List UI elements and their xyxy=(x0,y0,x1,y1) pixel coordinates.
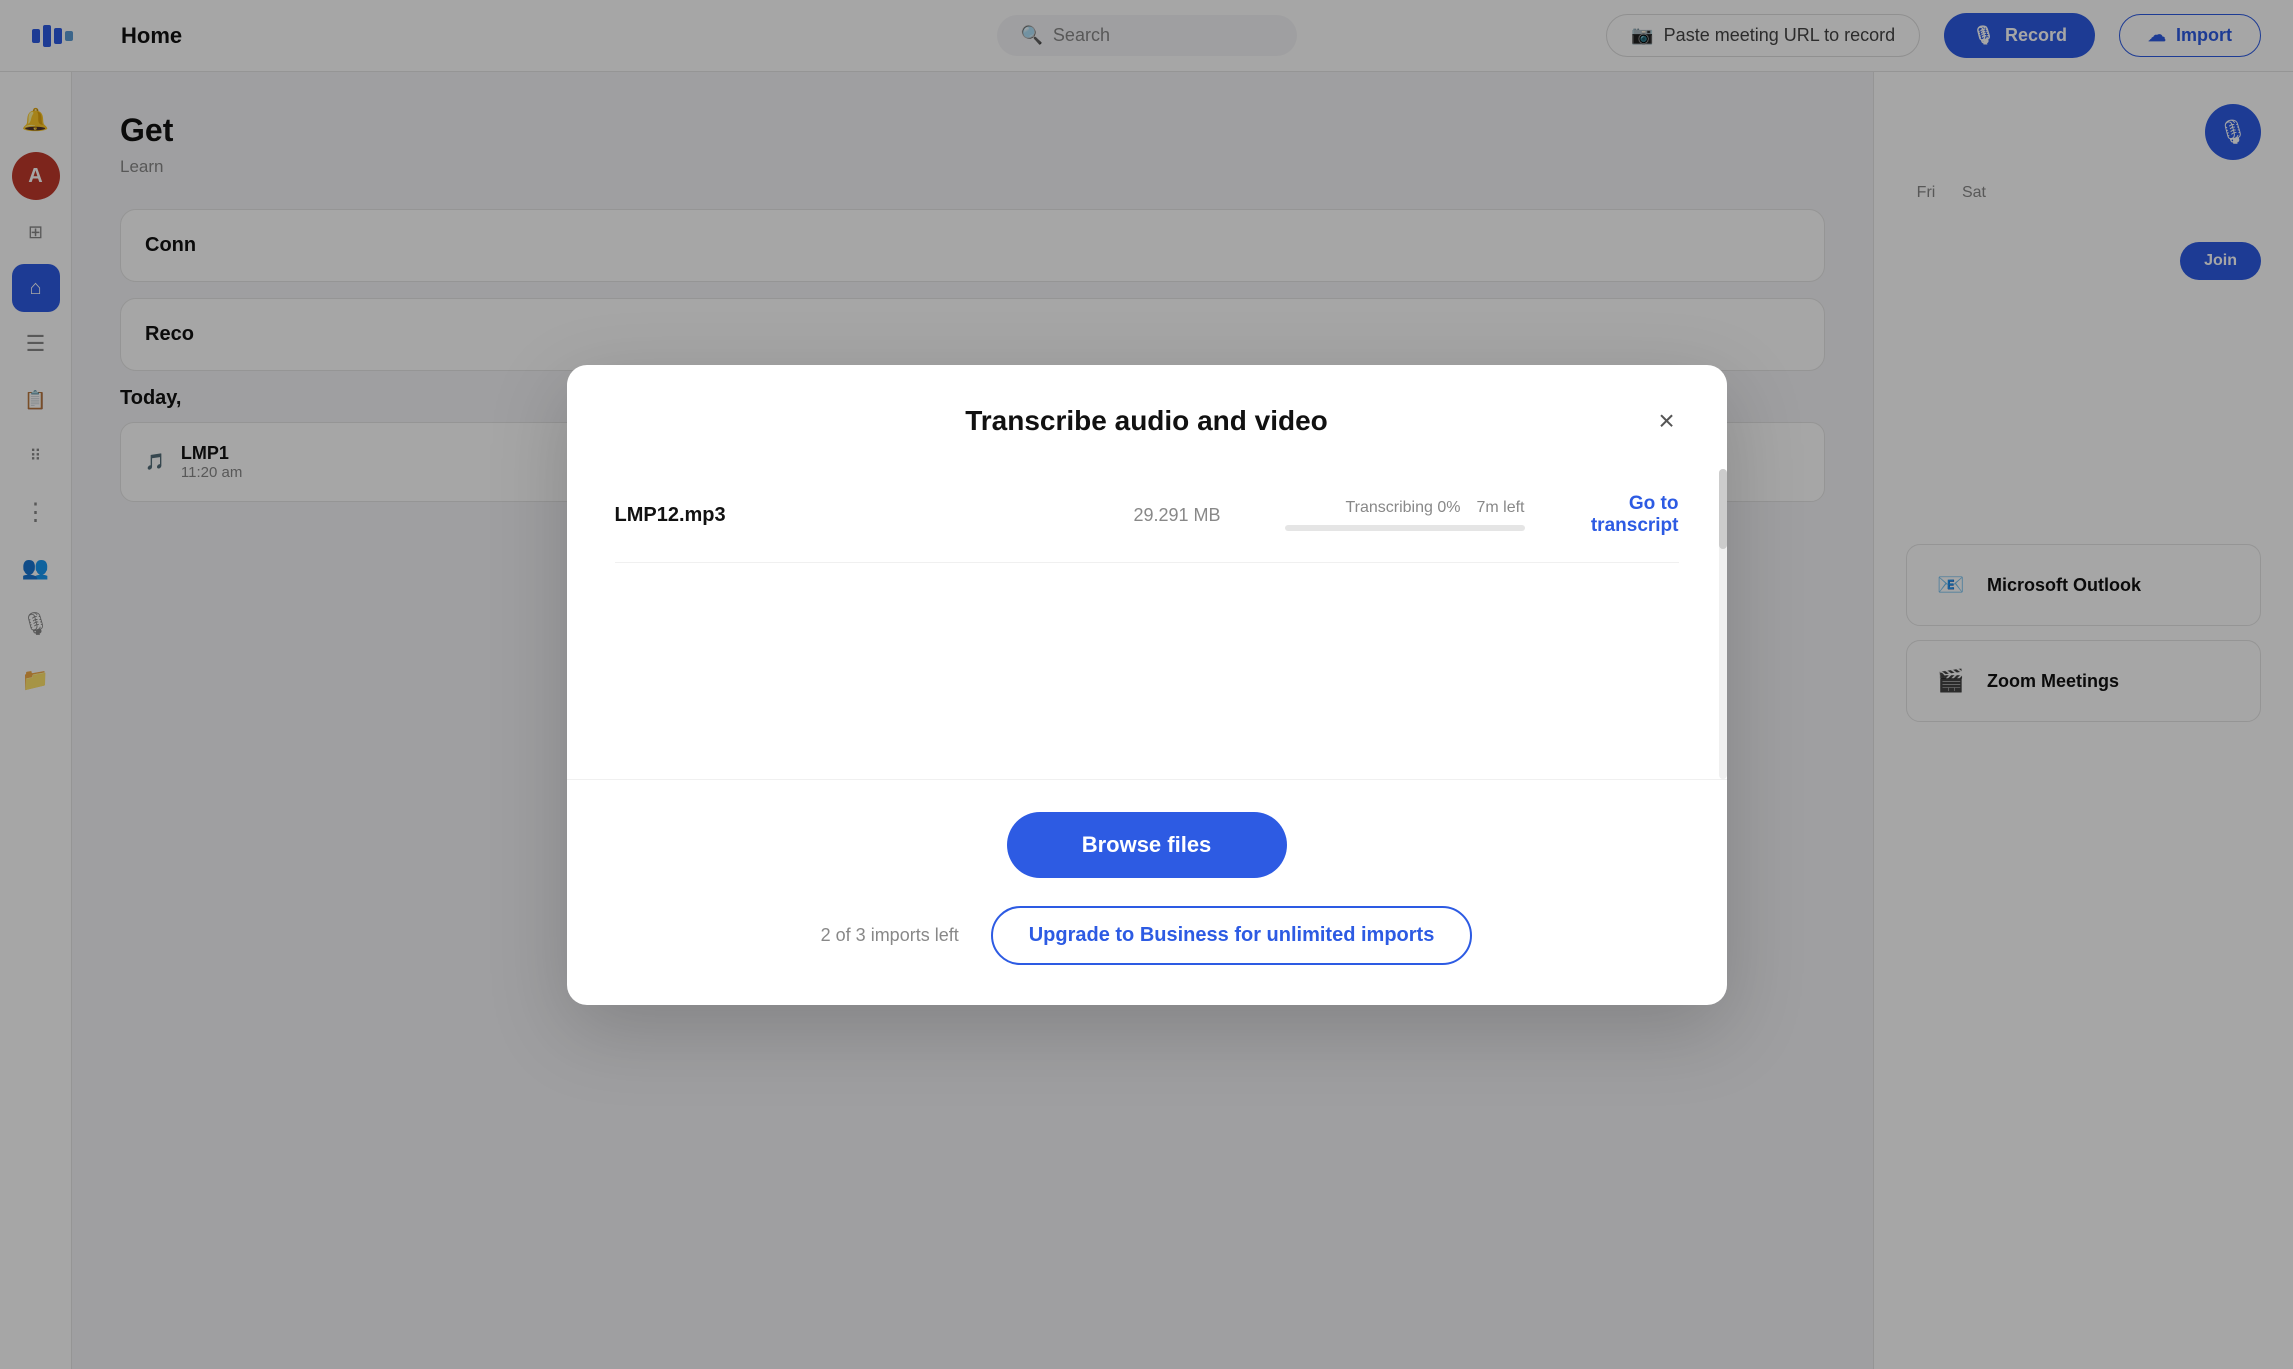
upgrade-button[interactable]: Upgrade to Business for unlimited import… xyxy=(991,906,1473,965)
modal-footer: Browse files 2 of 3 imports left Upgrade… xyxy=(567,779,1727,1005)
footer-bottom: 2 of 3 imports left Upgrade to Business … xyxy=(821,906,1473,965)
modal-body: LMP12.mp3 29.291 MB Transcribing 0% 7m l… xyxy=(567,469,1727,779)
file-size: 29.291 MB xyxy=(1101,505,1221,526)
imports-left-text: 2 of 3 imports left xyxy=(821,925,959,946)
transcribing-status: Transcribing 0% xyxy=(1345,499,1460,517)
browse-files-button[interactable]: Browse files xyxy=(1007,812,1287,878)
modal-header: Transcribe audio and video × xyxy=(567,365,1727,469)
go-to-transcript-link[interactable]: Go totranscript xyxy=(1549,493,1679,539)
transcribe-modal: Transcribe audio and video × LMP12.mp3 2… xyxy=(567,365,1727,1005)
modal-title: Transcribe audio and video xyxy=(615,405,1679,437)
file-status-area: Transcribing 0% 7m left xyxy=(1245,499,1525,531)
modal-overlay: Transcribe audio and video × LMP12.mp3 2… xyxy=(0,0,2293,1369)
file-item: LMP12.mp3 29.291 MB Transcribing 0% 7m l… xyxy=(615,469,1679,564)
modal-scroll-thumb xyxy=(1719,469,1727,549)
file-status-row: Transcribing 0% 7m left xyxy=(1245,499,1525,517)
file-name: LMP12.mp3 xyxy=(615,504,1077,527)
modal-close-button[interactable]: × xyxy=(1647,401,1687,441)
modal-scrollbar[interactable] xyxy=(1719,469,1727,779)
time-left: 7m left xyxy=(1476,499,1524,517)
progress-bar-background xyxy=(1285,525,1525,531)
